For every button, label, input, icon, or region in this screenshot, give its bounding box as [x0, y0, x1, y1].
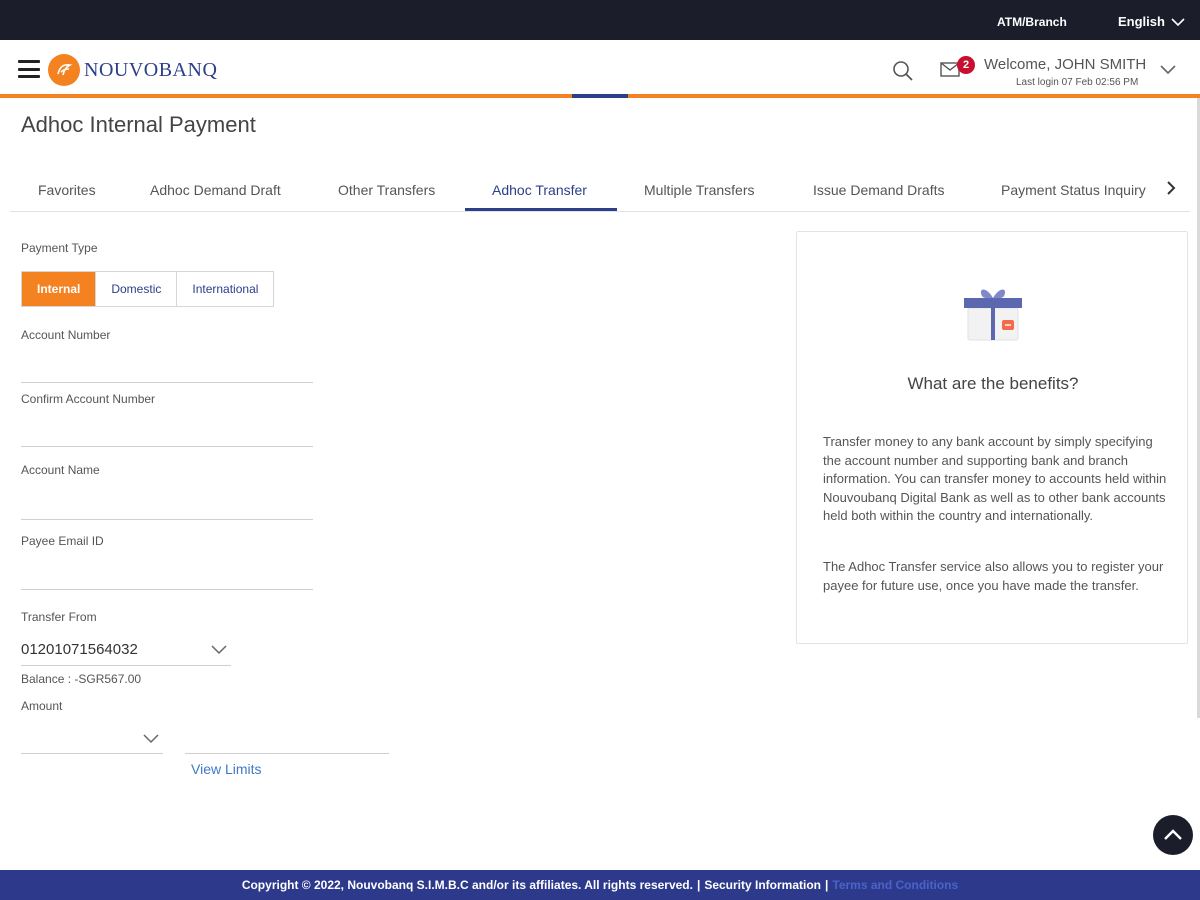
bank-logo[interactable]: NOUVOBANQ [48, 54, 217, 86]
tab-other-transfers[interactable]: Other Transfers [338, 182, 435, 198]
benefits-paragraph-2: The Adhoc Transfer service also allows y… [823, 559, 1164, 593]
notification-badge: 2 [957, 56, 975, 74]
user-menu-chevron-icon[interactable] [1160, 62, 1176, 80]
tab-issue-demand-drafts[interactable]: Issue Demand Drafts [813, 182, 945, 198]
chevron-down-icon [211, 644, 227, 654]
payment-type-internal-button[interactable]: Internal [22, 272, 97, 306]
benefits-paragraph-1: Transfer money to any bank account by si… [823, 434, 1167, 523]
top-utility-bar: ATM/Branch English [0, 0, 1200, 40]
atm-branch-link[interactable]: ATM/Branch [997, 15, 1067, 29]
payment-type-international-button[interactable]: International [177, 272, 274, 306]
transfer-from-label: Transfer From [21, 610, 97, 624]
transfer-from-value: 01201071564032 [21, 641, 138, 658]
account-number-field[interactable] [21, 357, 313, 383]
benefits-card: What are the benefits? Transfer money to… [796, 231, 1188, 644]
security-information-link[interactable]: Security Information [704, 878, 821, 892]
confirm-account-number-field[interactable] [21, 421, 313, 447]
tab-payment-status-inquiry[interactable]: Payment Status Inquiry [1001, 182, 1146, 198]
transfer-tabs: Favorites Adhoc Demand Draft Other Trans… [10, 170, 1190, 212]
footer-separator: | [825, 878, 829, 892]
payment-type-selector: Internal Domestic International [21, 271, 275, 307]
language-selector[interactable]: English [1118, 14, 1185, 29]
page-footer: Copyright © 2022, Nouvobanq S.I.M.B.C an… [0, 870, 1200, 900]
transfer-from-select[interactable]: 01201071564032 [21, 634, 231, 666]
terms-and-conditions-link[interactable]: Terms and Conditions [832, 878, 958, 892]
welcome-text: Welcome, JOHN SMITH [984, 56, 1147, 73]
logo-text: NOUVOBANQ [84, 58, 218, 81]
chevron-down-icon [143, 733, 159, 743]
copyright-text: Copyright © 2022, Nouvobanq S.I.M.B.C an… [241, 878, 693, 892]
last-login-text: Last login 07 Feb 02:56 PM [1016, 77, 1139, 88]
page-title: Adhoc Internal Payment [21, 112, 256, 137]
benefits-title: What are the benefits? [907, 374, 1079, 393]
chevron-down-icon [1171, 17, 1185, 26]
logo-mark-icon [48, 54, 80, 86]
amount-field[interactable] [185, 728, 389, 754]
amount-label: Amount [21, 699, 63, 713]
tab-adhoc-demand-draft[interactable]: Adhoc Demand Draft [150, 182, 281, 198]
chevron-right-icon[interactable] [1165, 180, 1177, 201]
currency-select[interactable] [21, 724, 163, 754]
tab-favorites[interactable]: Favorites [38, 182, 96, 198]
active-tab-indicator [465, 208, 617, 211]
language-label: English [1118, 14, 1165, 29]
tab-adhoc-transfer[interactable]: Adhoc Transfer [492, 182, 587, 198]
balance-text: Balance : -SGR567.00 [21, 672, 142, 686]
account-number-label: Account Number [21, 328, 111, 342]
tab-multiple-transfers[interactable]: Multiple Transfers [644, 182, 754, 198]
payment-type-domestic-button[interactable]: Domestic [96, 272, 178, 306]
payee-email-label: Payee Email ID [21, 534, 104, 548]
gift-icon [962, 282, 1024, 349]
account-name-field[interactable] [21, 494, 313, 520]
main-header: NOUVOBANQ 2 Welcome, JOHN SMITH Last log… [0, 40, 1200, 96]
payee-email-field[interactable] [21, 564, 313, 590]
chevron-up-icon [1164, 829, 1182, 840]
account-name-label: Account Name [21, 463, 100, 477]
header-divider-accent [572, 94, 628, 98]
scroll-to-top-button[interactable] [1153, 815, 1193, 855]
confirm-account-number-label: Confirm Account Number [21, 392, 156, 406]
search-icon[interactable] [892, 60, 914, 87]
payment-type-label: Payment Type [21, 241, 98, 255]
menu-icon[interactable] [18, 60, 40, 78]
footer-separator: | [696, 878, 701, 892]
view-limits-link[interactable]: View Limits [191, 761, 262, 777]
